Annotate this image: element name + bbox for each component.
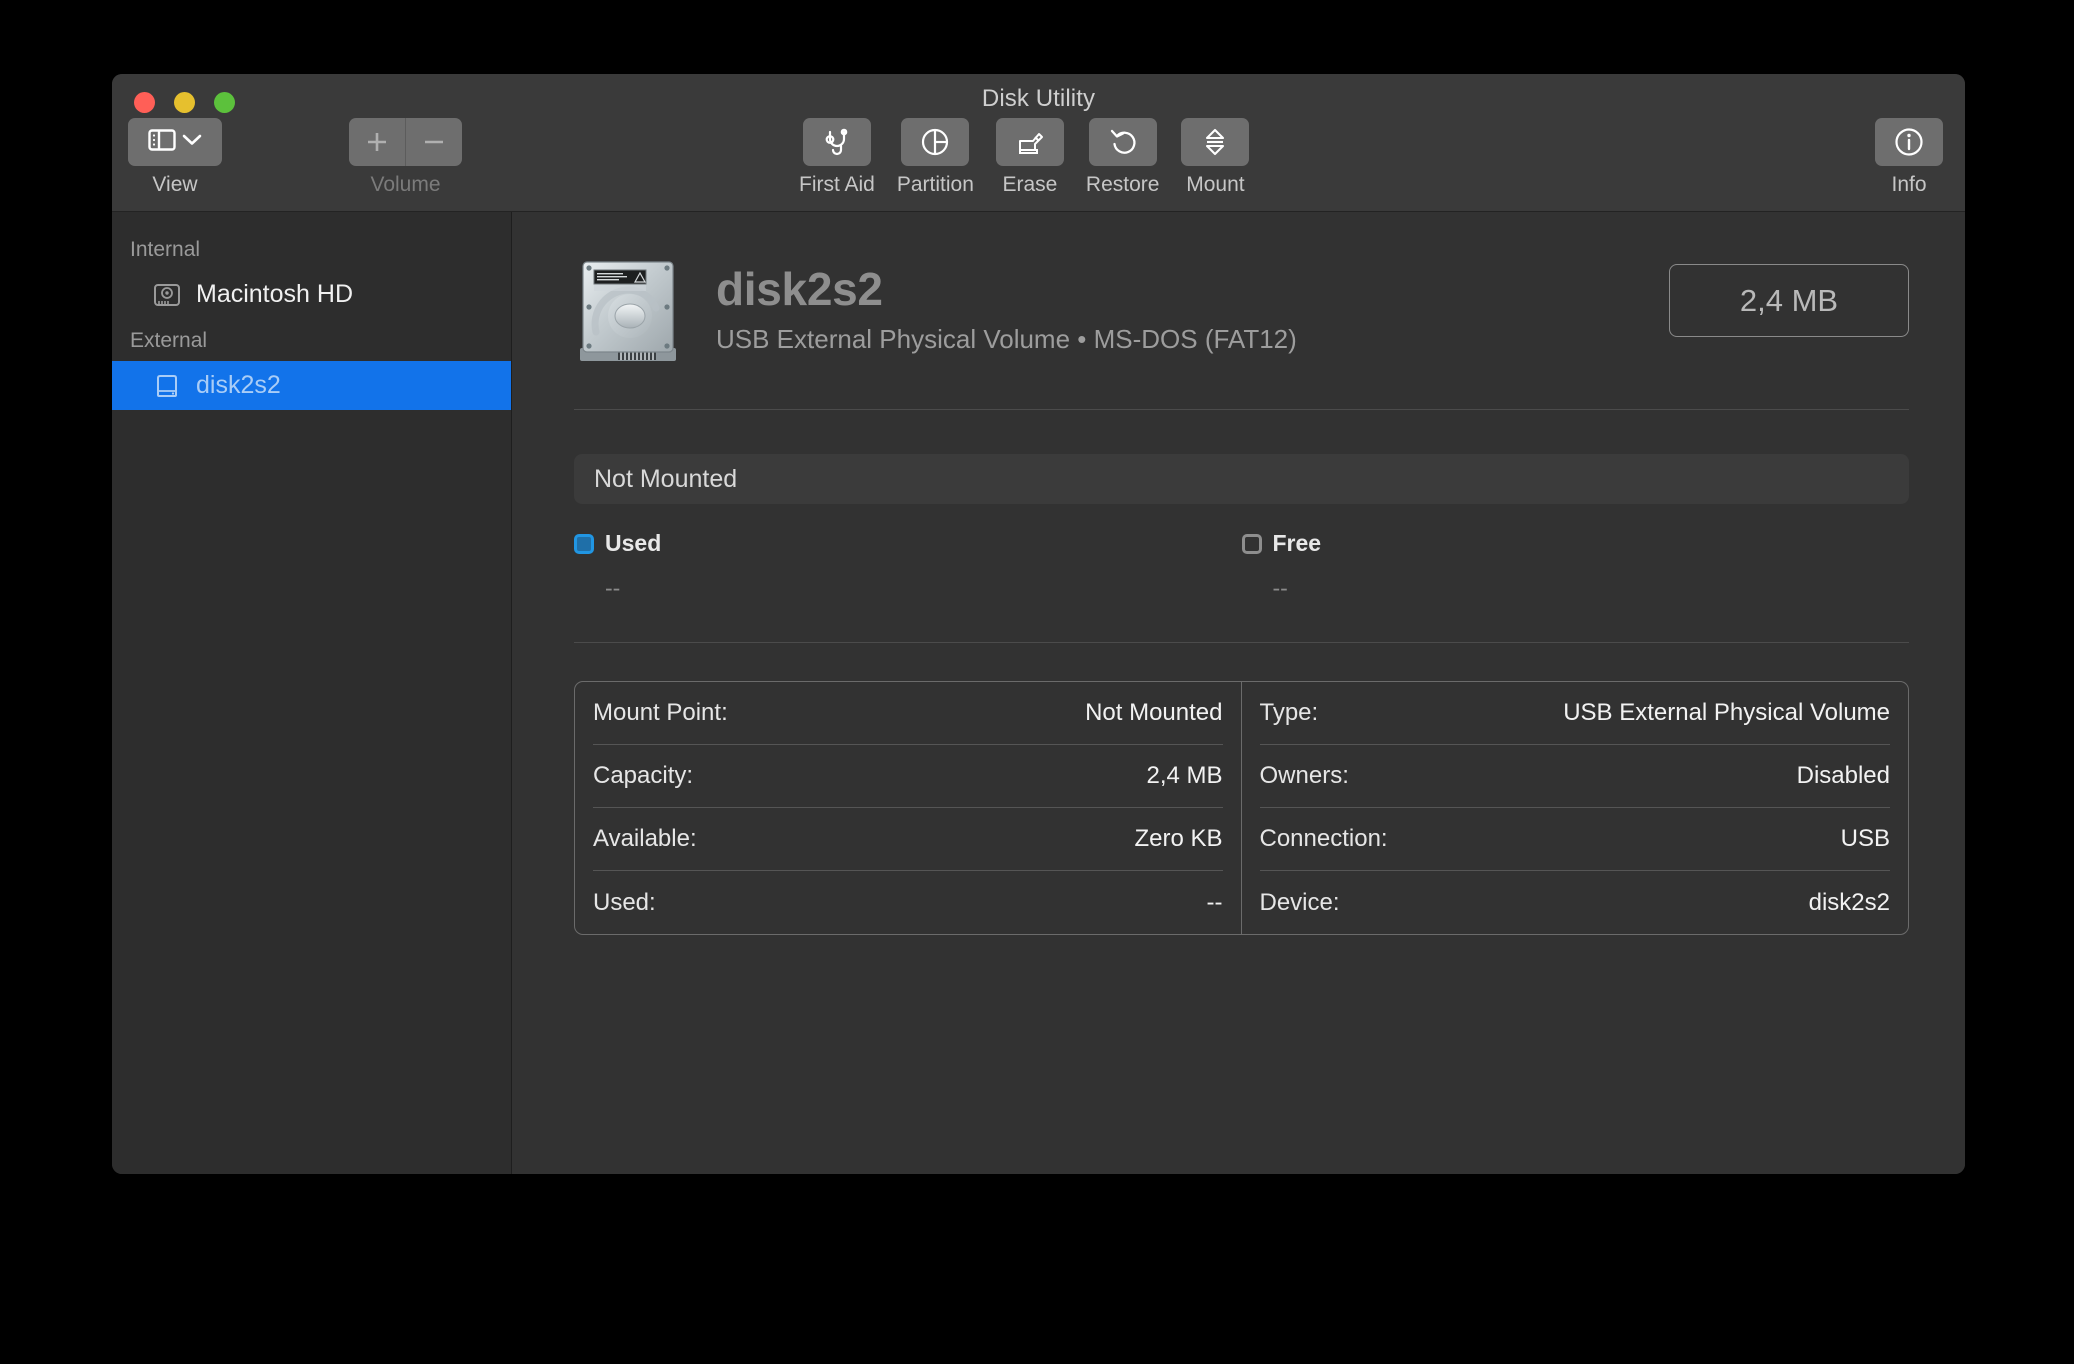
- free-swatch-icon: [1241, 533, 1262, 554]
- first-aid-label: First Aid: [799, 173, 875, 196]
- usage-bar: Not Mounted: [574, 454, 1909, 504]
- first-aid-action[interactable]: First Aid: [799, 118, 875, 197]
- restore-action[interactable]: Restore: [1085, 118, 1160, 197]
- detail-value: Disabled: [1796, 762, 1890, 789]
- detail-label: Type:: [1259, 699, 1319, 726]
- partition-label: Partition: [896, 173, 974, 196]
- sidebar-item-disk2s2[interactable]: disk2s2: [112, 361, 511, 410]
- volume-name: disk2s2: [716, 263, 883, 315]
- detail-label: Device:: [1259, 888, 1340, 916]
- window-body: Internal Macintosh HD External disk2s2 d…: [112, 212, 1965, 1174]
- table-row: Device: disk2s2: [1260, 871, 1891, 934]
- detail-value: disk2s2: [1808, 888, 1890, 916]
- volume-detail-panel: disk2s2 USB External Physical Volume • M…: [512, 212, 1965, 1174]
- legend-item-used: Used --: [574, 530, 1242, 602]
- usage-bar-label: Not Mounted: [594, 464, 738, 493]
- view-button[interactable]: [128, 118, 222, 166]
- partition-button[interactable]: [901, 118, 970, 166]
- view-control[interactable]: View: [128, 118, 222, 197]
- eject-icon: [1206, 128, 1225, 156]
- details-column-right: Type: USB External Physical Volume Owner…: [1242, 682, 1909, 934]
- chevron-down-icon: [182, 133, 202, 151]
- detail-value: USB: [1840, 825, 1890, 852]
- first-aid-button[interactable]: [802, 118, 871, 166]
- restore-label: Restore: [1085, 173, 1160, 196]
- volume-header: disk2s2 USB External Physical Volume • M…: [574, 248, 1909, 364]
- stethoscope-icon: [825, 128, 848, 156]
- used-swatch-icon: [574, 533, 594, 554]
- plus-icon: [368, 133, 386, 151]
- sidebar-item-macintosh-hd[interactable]: Macintosh HD: [112, 270, 511, 319]
- sidebar: Internal Macintosh HD External disk2s2: [112, 212, 512, 1174]
- eraser-icon: [1018, 133, 1043, 154]
- table-row: Capacity: 2,4 MB: [593, 745, 1223, 808]
- table-row: Available: Zero KB: [593, 808, 1223, 871]
- table-row: Type: USB External Physical Volume: [1259, 682, 1890, 745]
- add-volume-button[interactable]: [349, 118, 405, 166]
- table-row: Owners: Disabled: [1259, 745, 1890, 808]
- disk-utility-window: Disk Utility View Volume First Aid Parti…: [112, 74, 1965, 1174]
- external-drive-icon: [152, 371, 182, 401]
- legend-value: --: [1272, 575, 1288, 601]
- detail-value: USB External Physical Volume: [1563, 699, 1890, 726]
- sidebar-item-label: Macintosh HD: [196, 280, 353, 308]
- table-row: Mount Point: Not Mounted: [593, 682, 1223, 745]
- erase-action[interactable]: Erase: [995, 118, 1064, 197]
- detail-label: Available:: [593, 825, 697, 852]
- detail-label: Connection:: [1259, 825, 1388, 852]
- volume-subtitle: USB External Physical Volume • MS-DOS (F…: [716, 324, 1297, 354]
- toolbar-actions: First Aid Partition Erase Restore Mount: [799, 118, 1250, 197]
- sidebar-item-label: disk2s2: [196, 371, 281, 399]
- detail-label: Owners:: [1259, 762, 1349, 789]
- detail-label: Capacity:: [593, 762, 694, 789]
- detail-label: Used:: [593, 888, 656, 916]
- restore-button[interactable]: [1088, 118, 1157, 166]
- partition-action[interactable]: Partition: [897, 118, 974, 197]
- sidebar-header-external: External: [130, 329, 208, 352]
- mount-label: Mount: [1186, 173, 1245, 196]
- detail-value: 2,4 MB: [1146, 762, 1223, 789]
- window-title: Disk Utility: [981, 85, 1096, 112]
- info-label: Info: [1891, 173, 1927, 196]
- remove-volume-button[interactable]: [406, 118, 462, 166]
- legend-item-free: Free --: [1241, 530, 1910, 602]
- toolbar: Disk Utility View Volume First Aid Parti…: [112, 74, 1965, 212]
- erase-label: Erase: [1002, 173, 1058, 196]
- view-label: View: [152, 173, 198, 196]
- info-button[interactable]: [1875, 118, 1943, 166]
- info-circle-icon: [1895, 128, 1923, 156]
- mount-action[interactable]: Mount: [1181, 118, 1250, 197]
- header-divider: [574, 409, 1909, 410]
- usage-legend: Used -- Free --: [574, 530, 1909, 602]
- sidebar-icon: [148, 128, 176, 157]
- mount-button[interactable]: [1181, 118, 1250, 166]
- detail-value: Not Mounted: [1085, 699, 1223, 726]
- internal-drive-icon: [152, 280, 182, 310]
- erase-button[interactable]: [995, 118, 1064, 166]
- undo-arrow-icon: [1110, 129, 1136, 154]
- table-row: Connection: USB: [1259, 808, 1890, 871]
- detail-label: Mount Point:: [593, 699, 728, 726]
- hard-drive-icon: [574, 254, 682, 364]
- sidebar-header-internal: Internal: [130, 238, 201, 261]
- pie-chart-icon: [922, 128, 949, 156]
- capacity-badge: 2,4 MB: [1669, 264, 1909, 337]
- details-table: Mount Point: Not Mounted Capacity: 2,4 M…: [574, 681, 1909, 935]
- info-action[interactable]: Info: [1875, 118, 1943, 197]
- table-row: Used: --: [593, 871, 1223, 934]
- legend-label: Free: [1272, 530, 1322, 556]
- volume-control: Volume: [349, 118, 462, 197]
- legend-divider: [574, 642, 1909, 643]
- legend-label: Used: [605, 530, 662, 556]
- detail-value: Zero KB: [1134, 825, 1223, 852]
- details-column-left: Mount Point: Not Mounted Capacity: 2,4 M…: [575, 682, 1242, 934]
- minus-icon: [425, 140, 443, 144]
- volume-label: Volume: [370, 173, 441, 196]
- legend-value: --: [605, 575, 621, 601]
- detail-value: --: [1206, 888, 1223, 916]
